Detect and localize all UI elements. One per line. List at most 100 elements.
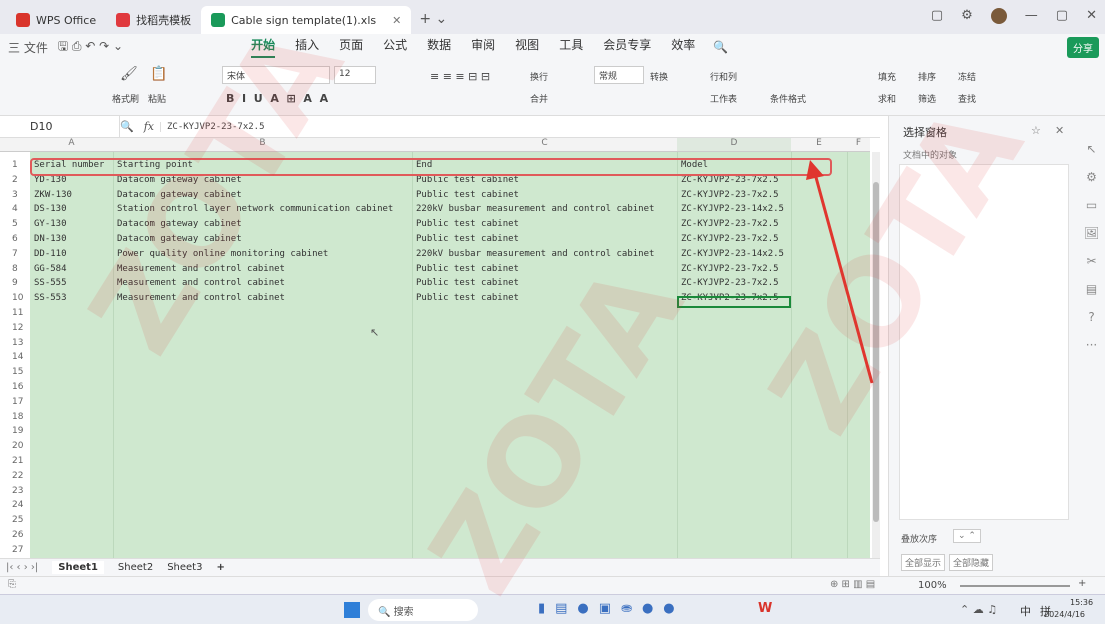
sum-button[interactable]: 求和 bbox=[878, 92, 896, 105]
table-cell[interactable]: ZC-KYJVP2-23-14x2.5 bbox=[679, 204, 784, 215]
paste-icon[interactable]: 📋 bbox=[150, 66, 167, 82]
menu-0[interactable]: 开始 bbox=[251, 36, 276, 58]
menu-2[interactable]: 页面 bbox=[339, 36, 363, 58]
search-icon[interactable]: 🔍 bbox=[713, 40, 728, 54]
row-header[interactable]: 12 bbox=[0, 323, 30, 334]
sheet-tab-1[interactable]: Sheet1 bbox=[52, 561, 104, 574]
table-cell[interactable]: Datacom gateway cabinet bbox=[115, 234, 242, 245]
restore-icon[interactable]: ▢ bbox=[931, 8, 943, 24]
more-icon[interactable]: ··· bbox=[1086, 338, 1097, 352]
convert-button[interactable]: 转换 bbox=[650, 70, 668, 83]
close-window-icon[interactable]: ✕ bbox=[1086, 8, 1097, 24]
format-painter-icon[interactable]: 🖌 bbox=[120, 66, 138, 82]
menu-7[interactable]: 工具 bbox=[559, 36, 583, 58]
formula-input[interactable]: ZC-KYJVP2-23-7x2.5 bbox=[159, 121, 265, 132]
minimize-icon[interactable]: — bbox=[1025, 8, 1038, 24]
row-header[interactable]: 26 bbox=[0, 530, 30, 541]
menu-6[interactable]: 视图 bbox=[515, 36, 539, 58]
taskbar-app-icons[interactable]: ▮▤●▣⛂●● bbox=[538, 601, 685, 616]
fill-button[interactable]: 填充 bbox=[878, 70, 896, 83]
table-cell[interactable]: Station control layer network communicat… bbox=[115, 204, 393, 215]
order-buttons[interactable]: ⌄ ⌃ bbox=[953, 529, 981, 543]
row-header[interactable]: 1 bbox=[0, 160, 30, 171]
zoom-level[interactable]: 100% bbox=[918, 580, 947, 591]
col-header-c[interactable]: C bbox=[412, 138, 677, 152]
font-name-select[interactable]: 宋体 bbox=[222, 66, 330, 84]
shape-icon[interactable]: ▭ bbox=[1086, 198, 1097, 212]
rows-cols-button[interactable]: 行和列 bbox=[710, 70, 737, 83]
start-icon[interactable] bbox=[344, 602, 360, 618]
backup-icon[interactable]: ▤ bbox=[1086, 282, 1097, 296]
show-all-button[interactable]: 全部显示 bbox=[901, 554, 946, 571]
table-cell[interactable]: Power quality online monitoring cabinet bbox=[115, 249, 328, 260]
table-cell[interactable]: ZC-KYJVP2-23-7x2.5 bbox=[679, 190, 779, 201]
help-icon[interactable]: ? bbox=[1088, 310, 1094, 324]
tab-document[interactable]: Cable sign template(1).xls ✕ bbox=[201, 6, 412, 34]
image-icon[interactable]: 🖼 bbox=[1084, 226, 1099, 240]
merge-button[interactable]: 合并 bbox=[530, 92, 548, 105]
row-header[interactable]: 11 bbox=[0, 308, 30, 319]
row-header[interactable]: 22 bbox=[0, 471, 30, 482]
objects-list[interactable] bbox=[899, 164, 1069, 520]
maximize-icon[interactable]: ▢ bbox=[1056, 8, 1068, 24]
font-size-select[interactable]: 12 bbox=[334, 66, 376, 84]
macro-icon[interactable]: ⎘ bbox=[8, 579, 16, 590]
spreadsheet-grid[interactable]: A B C D E F 1 2 3 4 5 6 7 8 9 10 11 12 13 14 15 16 17 18 1… bbox=[0, 138, 880, 558]
table-cell[interactable]: ZC-KYJVP2-23-7x2.5 bbox=[679, 278, 779, 289]
row-header[interactable]: 14 bbox=[0, 352, 30, 363]
avatar[interactable] bbox=[990, 8, 1007, 24]
table-cell[interactable]: Public test cabinet bbox=[414, 278, 519, 289]
row-header[interactable]: 25 bbox=[0, 515, 30, 526]
table-cell[interactable]: GY-130 bbox=[32, 219, 67, 230]
align-buttons[interactable]: ≡ ≡ ≡ ⊟ ⊟ bbox=[430, 70, 490, 83]
menu-3[interactable]: 公式 bbox=[383, 36, 407, 58]
table-cell[interactable]: 220kV busbar measurement and control cab… bbox=[414, 249, 654, 260]
row-header[interactable]: 10 bbox=[0, 293, 30, 304]
col-header-e[interactable]: E bbox=[791, 138, 847, 152]
view-icons[interactable]: ⊕ ⊞ ▥ ▤ bbox=[830, 579, 875, 590]
pane-close-icon[interactable]: ✕ bbox=[1055, 124, 1064, 137]
zoom-in-icon[interactable]: + bbox=[1078, 578, 1086, 589]
table-cell[interactable]: GG-584 bbox=[32, 264, 67, 275]
table-cell[interactable]: ZC-KYJVP2-23-7x2.5 bbox=[679, 175, 779, 186]
table-cell[interactable]: Public test cabinet bbox=[414, 190, 519, 201]
tray-icons[interactable]: ⌃ ☁ ♫ bbox=[960, 603, 997, 616]
col-header-b[interactable]: B bbox=[113, 138, 412, 152]
table-cell[interactable]: 220kV busbar measurement and control cab… bbox=[414, 204, 654, 215]
wrap-button[interactable]: 换行 bbox=[530, 70, 548, 83]
clock-date[interactable]: 2024/4/16 bbox=[1044, 610, 1085, 619]
number-format-select[interactable]: 常规 bbox=[594, 66, 644, 84]
adjust-icon[interactable]: ⚙ bbox=[1086, 170, 1097, 184]
menu-4[interactable]: 数据 bbox=[427, 36, 451, 58]
row-header[interactable]: 24 bbox=[0, 500, 30, 511]
row-header[interactable]: 13 bbox=[0, 338, 30, 349]
wps-taskbar-icon[interactable]: W bbox=[758, 601, 772, 616]
row-header[interactable]: 9 bbox=[0, 278, 30, 289]
col-header-d[interactable]: D bbox=[677, 138, 791, 152]
row-header[interactable]: 17 bbox=[0, 397, 30, 408]
row-header[interactable]: 2 bbox=[0, 175, 30, 186]
ime-indicator[interactable]: 中 bbox=[1020, 603, 1031, 619]
table-cell[interactable]: Datacom gateway cabinet bbox=[115, 219, 242, 230]
table-cell[interactable]: Datacom gateway cabinet bbox=[115, 175, 242, 186]
row-header[interactable]: 27 bbox=[0, 545, 30, 556]
col-header-a[interactable]: A bbox=[30, 138, 113, 152]
table-cell[interactable]: Public test cabinet bbox=[414, 264, 519, 275]
table-cell[interactable]: ZC-KYJVP2-23-7x2.5 bbox=[679, 219, 779, 230]
table-cell[interactable]: YD-130 bbox=[32, 175, 67, 186]
table-cell[interactable]: Datacom gateway cabinet bbox=[115, 190, 242, 201]
sheet-nav-icons[interactable]: |‹ ‹ › ›| bbox=[6, 562, 38, 573]
table-cell[interactable]: SS-555 bbox=[32, 278, 67, 289]
row-header[interactable]: 6 bbox=[0, 234, 30, 245]
menu-8[interactable]: 会员专享 bbox=[603, 36, 651, 58]
corner-cell[interactable] bbox=[0, 138, 30, 152]
quick-access-icons[interactable]: 🖫 ⎙ ↶ ↷ ⌄ bbox=[58, 37, 123, 58]
share-button[interactable]: 分享 bbox=[1067, 37, 1099, 58]
name-box[interactable]: D10 bbox=[0, 115, 120, 138]
table-cell[interactable]: Measurement and control cabinet bbox=[115, 278, 285, 289]
format-painter-button[interactable]: 格式刷 bbox=[112, 92, 139, 105]
sheet-tab-2[interactable]: Sheet2 bbox=[118, 562, 153, 573]
table-cell[interactable]: Public test cabinet bbox=[414, 175, 519, 186]
row-header[interactable]: 15 bbox=[0, 367, 30, 378]
clock-time[interactable]: 15:36 bbox=[1070, 598, 1093, 607]
